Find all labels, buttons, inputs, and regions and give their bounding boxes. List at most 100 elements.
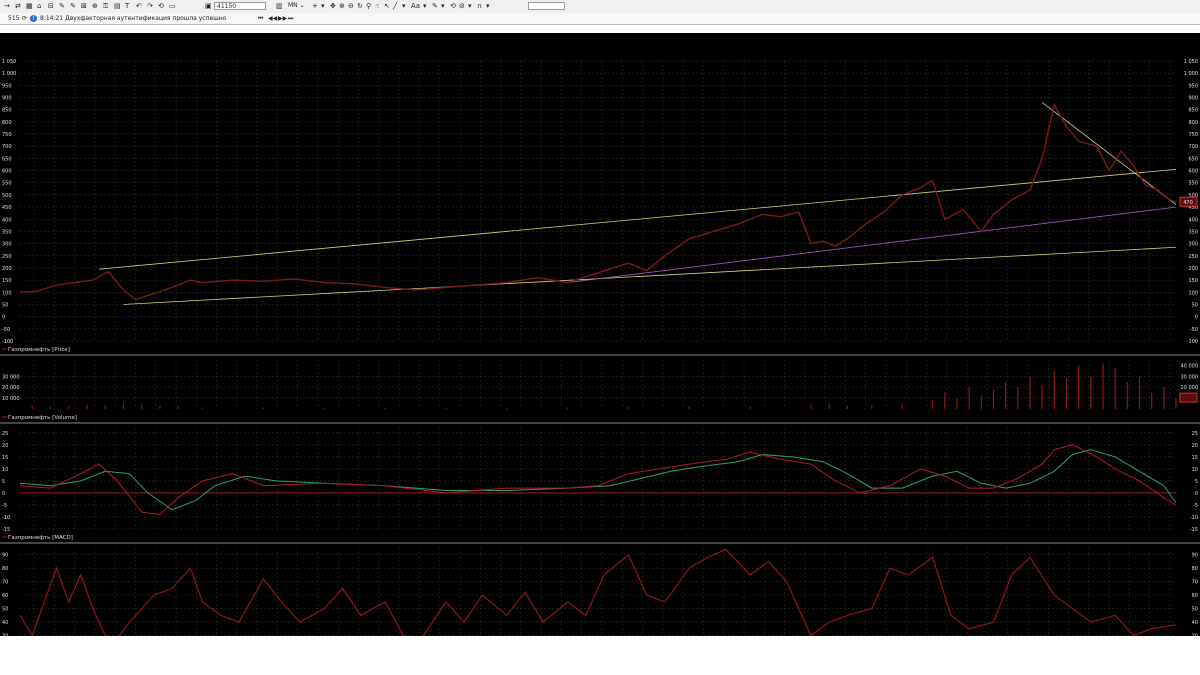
toolbar-icon-5[interactable]: ✎ — [59, 1, 65, 12]
price-tick-left: 150 — [2, 278, 12, 284]
price-tick-right: 800 — [1188, 120, 1198, 126]
nav-button-1[interactable]: ◀◀ — [268, 13, 277, 24]
drawing-tool-14[interactable]: ▾ — [441, 1, 445, 12]
macd-tick-right: 5 — [1195, 479, 1198, 485]
rsi-tick-right: 40 — [1192, 620, 1198, 626]
drawing-tool-19[interactable]: ▾ — [486, 1, 490, 12]
drawing-tool-3[interactable]: ⊕ — [339, 1, 345, 12]
toolbar-icon-10[interactable]: ▤ — [114, 1, 121, 12]
price-tick-left: 250 — [2, 254, 12, 260]
rsi-tick-left: 90 — [2, 553, 8, 559]
drawing-tool-9[interactable]: ╱ — [393, 1, 397, 12]
rsi-tick-left: 80 — [2, 566, 8, 572]
rsi-tick-right: 30 — [1192, 634, 1198, 636]
price-tick-right: 300 — [1188, 242, 1198, 248]
drawing-tool-7[interactable]: ☝ — [375, 1, 379, 12]
macd-pane-label: Газпромнефть [MACD] — [8, 535, 73, 541]
charts-area[interactable]: 1 050 1 0501 000 1 000950 950900 900850 85080… — [0, 57, 1200, 636]
toolbar-icon-13[interactable]: ↷ — [147, 1, 153, 12]
macd-tick-right: 10 — [1192, 467, 1198, 473]
chart-type-icon[interactable]: ▥ — [276, 1, 283, 12]
toolbar-icon-6[interactable]: ✎ — [70, 1, 76, 12]
price-tick-left: 1 050 — [2, 59, 16, 65]
warning-icon: ! — [30, 15, 37, 22]
toolbar-icon-3[interactable]: ⌂ — [37, 1, 41, 12]
toolbar-icon-9[interactable]: ⚿ — [103, 1, 108, 12]
drawing-tool-6[interactable]: ⚲ — [366, 1, 371, 12]
price-tick-left: 400 — [2, 217, 12, 223]
price-tick-left: 0 — [2, 315, 5, 321]
volume-tick-left: 10 000 — [2, 396, 20, 402]
drawing-tool-13[interactable]: ✎ — [432, 1, 438, 12]
toolbar-icon-11[interactable]: T — [125, 1, 129, 12]
macd-tick-right: 20 — [1192, 443, 1198, 449]
price-tick-right: 250 — [1188, 254, 1198, 260]
rsi-tick-left: 60 — [2, 593, 8, 599]
main-toolbar: → ⇄ ▦ ⌂ ⊟ ✎ ✎ ⊠ ⊕ ⚿ ▤ T ↶ ↷ ⟲ ▭ ▣ 41150 ▥ MN ⌄ + ▾ ✥ ⊕ ⊖ ↻ ⚲ ☝ ↖ ╱ ▾ Aa… — [0, 0, 1200, 14]
macd-tick-left: -5 — [2, 503, 7, 509]
chart-window: 1 050 1 050 1 000 1 000 950 950 900 900 850 850 80… — [0, 33, 1200, 636]
toolbar-icon-14[interactable]: ⟲ — [158, 1, 164, 12]
price-tick-right: -100 — [1187, 339, 1198, 345]
drawing-tool-16[interactable]: ⊘ — [459, 1, 465, 12]
price-tick-right: 50 — [1192, 302, 1198, 308]
macd-tick-left: 0 — [2, 491, 5, 497]
price-tick-right: -50 — [1190, 327, 1198, 333]
nav-button-3[interactable]: ⏭ — [288, 13, 293, 24]
toolbar-icon-1[interactable]: ⇄ — [15, 1, 21, 12]
toolbar-icon-0[interactable]: → — [4, 1, 10, 12]
toolbar-icon-12[interactable]: ↶ — [136, 1, 142, 12]
drawing-tool-5[interactable]: ↻ — [357, 1, 363, 12]
nav-button-2[interactable]: ▶▶ — [278, 13, 287, 24]
volume-tick-right: 20 000 — [1181, 385, 1199, 391]
drawing-tool-10[interactable]: ▾ — [402, 1, 406, 12]
drawing-tool-1[interactable]: ▾ — [321, 1, 325, 12]
drawing-tool-11[interactable]: Aa — [411, 1, 420, 12]
timeframe-select[interactable]: MN ⌄ — [286, 2, 308, 10]
macd-tick-left: 5 — [2, 479, 5, 485]
toolbar-icon-2[interactable]: ▦ — [26, 1, 33, 12]
rsi-tick-right: 80 — [1192, 566, 1198, 572]
price-tick-left: 500 — [2, 193, 12, 199]
drawing-tool-15[interactable]: ⟲ — [450, 1, 456, 12]
drawing-tool-0[interactable]: + — [312, 1, 318, 12]
price-tick-right: 0 — [1195, 315, 1198, 321]
price-tick-right: 350 — [1188, 229, 1198, 235]
rsi-tick-right: 50 — [1192, 607, 1198, 613]
price-tick-right: 650 — [1188, 156, 1198, 162]
search-field[interactable] — [528, 2, 565, 10]
pane-bg-rsi — [1, 546, 1198, 636]
pane-bg-price — [1, 59, 1198, 343]
price-last-value: 470 — [1183, 200, 1193, 206]
price-tick-left: 550 — [2, 181, 12, 187]
instrument-code-field[interactable]: 41150 — [214, 2, 266, 10]
macd-tick-left: 10 — [2, 467, 8, 473]
macd-tick-left: 15 — [2, 455, 8, 461]
drawing-tool-8[interactable]: ↖ — [384, 1, 390, 12]
macd-tick-right: -10 — [1190, 515, 1198, 521]
price-tick-left: 350 — [2, 229, 12, 235]
price-tick-right: 400 — [1188, 217, 1198, 223]
drawing-tool-17[interactable]: ▾ — [468, 1, 472, 12]
refresh-icon[interactable]: ⟳ — [22, 13, 27, 24]
drawing-tool-12[interactable]: ▾ — [423, 1, 427, 12]
nav-button-0[interactable]: ⏮ — [258, 13, 263, 24]
price-tick-left: 750 — [2, 132, 12, 138]
rsi-tick-left: 40 — [2, 620, 8, 626]
macd-tick-right: 0 — [1195, 491, 1198, 497]
rsi-tick-right: 70 — [1192, 580, 1198, 586]
drawing-tool-4[interactable]: ⊖ — [348, 1, 354, 12]
price-tick-right: 200 — [1188, 266, 1198, 272]
volume-pane-label: Газпромнефть [Volume] — [8, 415, 77, 421]
drawing-tool-2[interactable]: ✥ — [330, 1, 336, 12]
toolbar-icon-7[interactable]: ⊠ — [81, 1, 87, 12]
price-tick-left: 50 — [2, 302, 8, 308]
drawing-tool-18[interactable]: ∩ — [477, 1, 482, 12]
rsi-tick-right: 60 — [1192, 593, 1198, 599]
price-tick-left: 650 — [2, 156, 12, 162]
price-tick-left: -50 — [2, 327, 10, 333]
toolbar-icon-4[interactable]: ⊟ — [48, 1, 54, 12]
toolbar-icon-15[interactable]: ▭ — [169, 1, 176, 12]
toolbar-icon-8[interactable]: ⊕ — [92, 1, 98, 12]
price-tick-left: 700 — [2, 144, 12, 150]
